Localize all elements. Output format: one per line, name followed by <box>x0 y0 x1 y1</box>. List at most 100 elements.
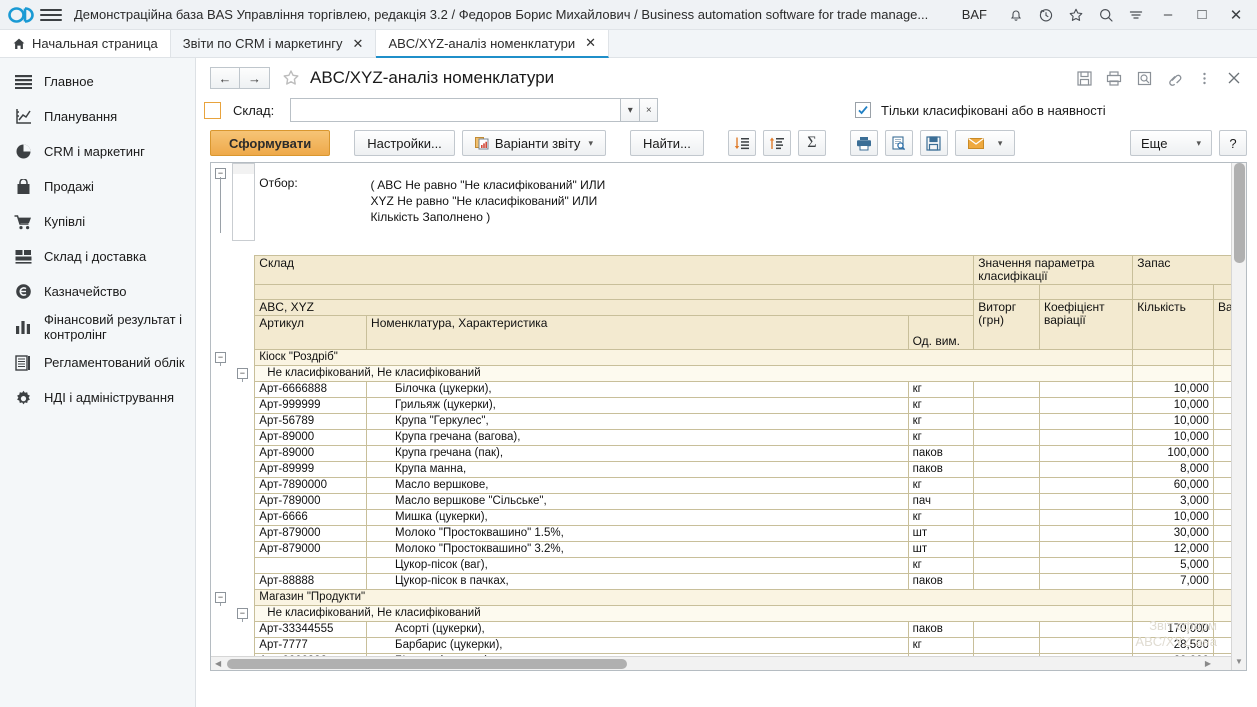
report-scroll-area[interactable]: − Отбор: ( ABC Не равно "Не класифікован… <box>211 163 1231 670</box>
table-row[interactable]: Арт-879000 Молоко "Простоквашино" 3.2%, … <box>211 541 1231 558</box>
sidebar-item-main[interactable]: Главное <box>0 64 195 99</box>
sklad-input[interactable] <box>290 98 621 122</box>
tab-abc-xyz[interactable]: ABC/XYZ-аналіз номенклатури ✕ <box>376 30 610 58</box>
star-outline-icon[interactable] <box>280 67 302 89</box>
tab-crm-reports[interactable]: Звіти по CRM і маркетингу ✕ <box>170 30 377 57</box>
scroll-left-icon[interactable]: ◀ <box>215 659 221 668</box>
generate-button[interactable]: Сформувати <box>210 130 331 156</box>
link-icon[interactable] <box>1159 65 1189 91</box>
cell-vartist: 216,00 <box>1212 381 1231 398</box>
close-icon[interactable] <box>1219 65 1249 91</box>
filter-summary-row: − <box>211 163 1231 233</box>
bell-icon[interactable] <box>1001 1 1031 29</box>
menu-lines-icon[interactable] <box>1121 1 1151 29</box>
cell-artikul: Арт-879000 <box>254 541 368 558</box>
sidebar-item-label: Казначейство <box>44 283 127 299</box>
window-minimize-button[interactable]: – <box>1151 1 1185 29</box>
send-mail-button[interactable]: ▾ <box>954 130 1016 156</box>
gear-icon <box>14 389 32 407</box>
sidebar-item-crm[interactable]: CRM і маркетинг <box>0 134 195 169</box>
table-row[interactable]: Арт-999999 Грильяж (цукерки), кг 10,000 … <box>211 397 1231 414</box>
chevron-down-icon[interactable]: ▾ <box>620 98 640 122</box>
table-row[interactable]: Арт-33344555 Асорті (цукерки), паков 170… <box>211 621 1231 638</box>
only-classified-checkbox[interactable] <box>855 102 871 118</box>
table-row[interactable]: Арт-89999 Крупа манна, паков 8,000 65,60 <box>211 461 1231 478</box>
group-collapse-toggle[interactable]: − <box>215 351 226 363</box>
main-menu-icon[interactable] <box>40 5 62 25</box>
forward-button[interactable]: → <box>240 67 270 89</box>
sidebar-item-treasury[interactable]: Казначейство <box>0 274 195 309</box>
table-row[interactable]: Арт-7777 Барбарис (цукерки), кг 28,500 1… <box>211 637 1231 654</box>
preview-icon[interactable] <box>1129 65 1159 91</box>
horizontal-scrollbar[interactable]: ◀ ▶ <box>211 656 1231 670</box>
sklad-label: Склад: <box>233 102 275 118</box>
printer-icon[interactable] <box>849 130 878 156</box>
envelope-icon <box>967 137 984 149</box>
scroll-right-icon[interactable]: ▶ <box>1205 659 1211 668</box>
cell-nomenklatura: Грильяж (цукерки), <box>366 397 909 414</box>
header-zapas-group: Запас <box>1132 255 1231 285</box>
sidebar-item-planning[interactable]: Планування <box>0 99 195 134</box>
table-row[interactable]: Арт-789000 Масло вершкове "Сільське", па… <box>211 493 1231 510</box>
sidebar-item-purchases[interactable]: Купівлі <box>0 204 195 239</box>
save-icon[interactable] <box>1069 65 1099 91</box>
tab-close-icon[interactable]: ✕ <box>353 36 364 52</box>
sklad-enable-checkbox[interactable] <box>204 101 221 119</box>
sort-descending-icon[interactable] <box>727 130 756 156</box>
group-row[interactable]: − Магазин "Продукти" 42 195,07 <box>211 589 1231 606</box>
subgroup-collapse-toggle[interactable]: − <box>236 607 248 619</box>
more-button[interactable]: Еще ▾ <box>1130 130 1212 156</box>
sort-ascending-icon[interactable] <box>762 130 791 156</box>
tab-close-icon[interactable]: ✕ <box>585 35 596 51</box>
group-row[interactable]: − Кіоск "Роздріб" 3 486,51 <box>211 349 1231 366</box>
window-close-button[interactable]: ✕ <box>1219 1 1253 29</box>
window-maximize-button[interactable]: □ <box>1185 1 1219 29</box>
table-row[interactable]: Арт-6666 Мишка (цукерки), кг 10,000 360,… <box>211 509 1231 526</box>
vscroll-thumb[interactable] <box>1234 163 1245 263</box>
sidebar-item-warehouse[interactable]: Склад і доставка <box>0 239 195 274</box>
table-row[interactable]: Арт-6666888 Білочка (цукерки), кг 10,000… <box>211 381 1231 398</box>
print-icon[interactable] <box>1099 65 1129 91</box>
sidebar-item-regulated-accounting[interactable]: Регламентований облік <box>0 346 195 381</box>
sidebar-item-label: Фінансовий результат і контролінг <box>44 312 183 343</box>
report-variants-button[interactable]: Варіанти звіту ▾ <box>461 130 606 156</box>
group-collapse-toggle[interactable]: − <box>215 591 226 603</box>
sidebar-item-financial-result[interactable]: Фінансовий результат і контролінг <box>0 309 195 346</box>
scroll-down-icon[interactable]: ▼ <box>1235 657 1243 666</box>
chevron-down-icon: ▾ <box>997 137 1003 148</box>
table-row[interactable]: Арт-7890000 Масло вершкове, кг 60,000 54… <box>211 477 1231 494</box>
table-row[interactable]: Арт-89000 Крупа гречана (вагова), кг 10,… <box>211 429 1231 446</box>
more-icon[interactable] <box>1189 65 1219 91</box>
hscroll-thumb[interactable] <box>227 658 627 669</box>
table-row[interactable]: Арт-88888 Цукор-пісок в пачках, паков 7,… <box>211 573 1231 590</box>
cell-vartist: 26,40 <box>1212 493 1231 510</box>
print-preview-icon[interactable] <box>884 130 913 156</box>
vertical-scrollbar[interactable]: ▼ <box>1231 163 1246 670</box>
history-icon[interactable] <box>1031 1 1061 29</box>
sidebar-item-administration[interactable]: НДІ і адміністрування <box>0 381 195 416</box>
table-row[interactable]: Арт-56789 Крупа "Геркулес", кг 10,000 96… <box>211 413 1231 430</box>
find-button[interactable]: Найти... <box>629 130 704 156</box>
cell-artikul: Арт-89000 <box>254 429 368 446</box>
sklad-combobox[interactable]: ▾ × <box>290 98 659 122</box>
sigma-icon[interactable]: Σ <box>797 130 826 156</box>
back-button[interactable]: ← <box>210 67 240 89</box>
settings-button[interactable]: Настройки... <box>354 130 455 156</box>
help-button[interactable]: ? <box>1219 130 1247 156</box>
sidebar-item-sales[interactable]: Продажі <box>0 169 195 204</box>
cell-artikul: Арт-56789 <box>254 413 368 430</box>
cell-koef <box>1038 637 1134 654</box>
subgroup-row[interactable]: − Не класифікований, Не класифікований 3… <box>211 365 1231 382</box>
header-artikul: Артикул <box>254 315 368 350</box>
sidebar-item-label: Главное <box>44 73 94 89</box>
floppy-save-icon[interactable] <box>919 130 948 156</box>
subgroup-collapse-toggle[interactable]: − <box>236 367 248 379</box>
clear-icon[interactable]: × <box>639 98 659 122</box>
search-icon[interactable] <box>1091 1 1121 29</box>
table-row[interactable]: Цукор-пісок (ваг), кг 5,000 24,00 <box>211 557 1231 574</box>
table-row[interactable]: Арт-879000 Молоко "Простоквашино" 1.5%, … <box>211 525 1231 542</box>
table-row[interactable]: Арт-89000 Крупа гречана (пак), паков 100… <box>211 445 1231 462</box>
star-icon[interactable] <box>1061 1 1091 29</box>
tab-home[interactable]: Начальная страница <box>0 30 171 57</box>
subgroup-row[interactable]: − Не класифікований, Не класифікований 4… <box>211 605 1231 622</box>
